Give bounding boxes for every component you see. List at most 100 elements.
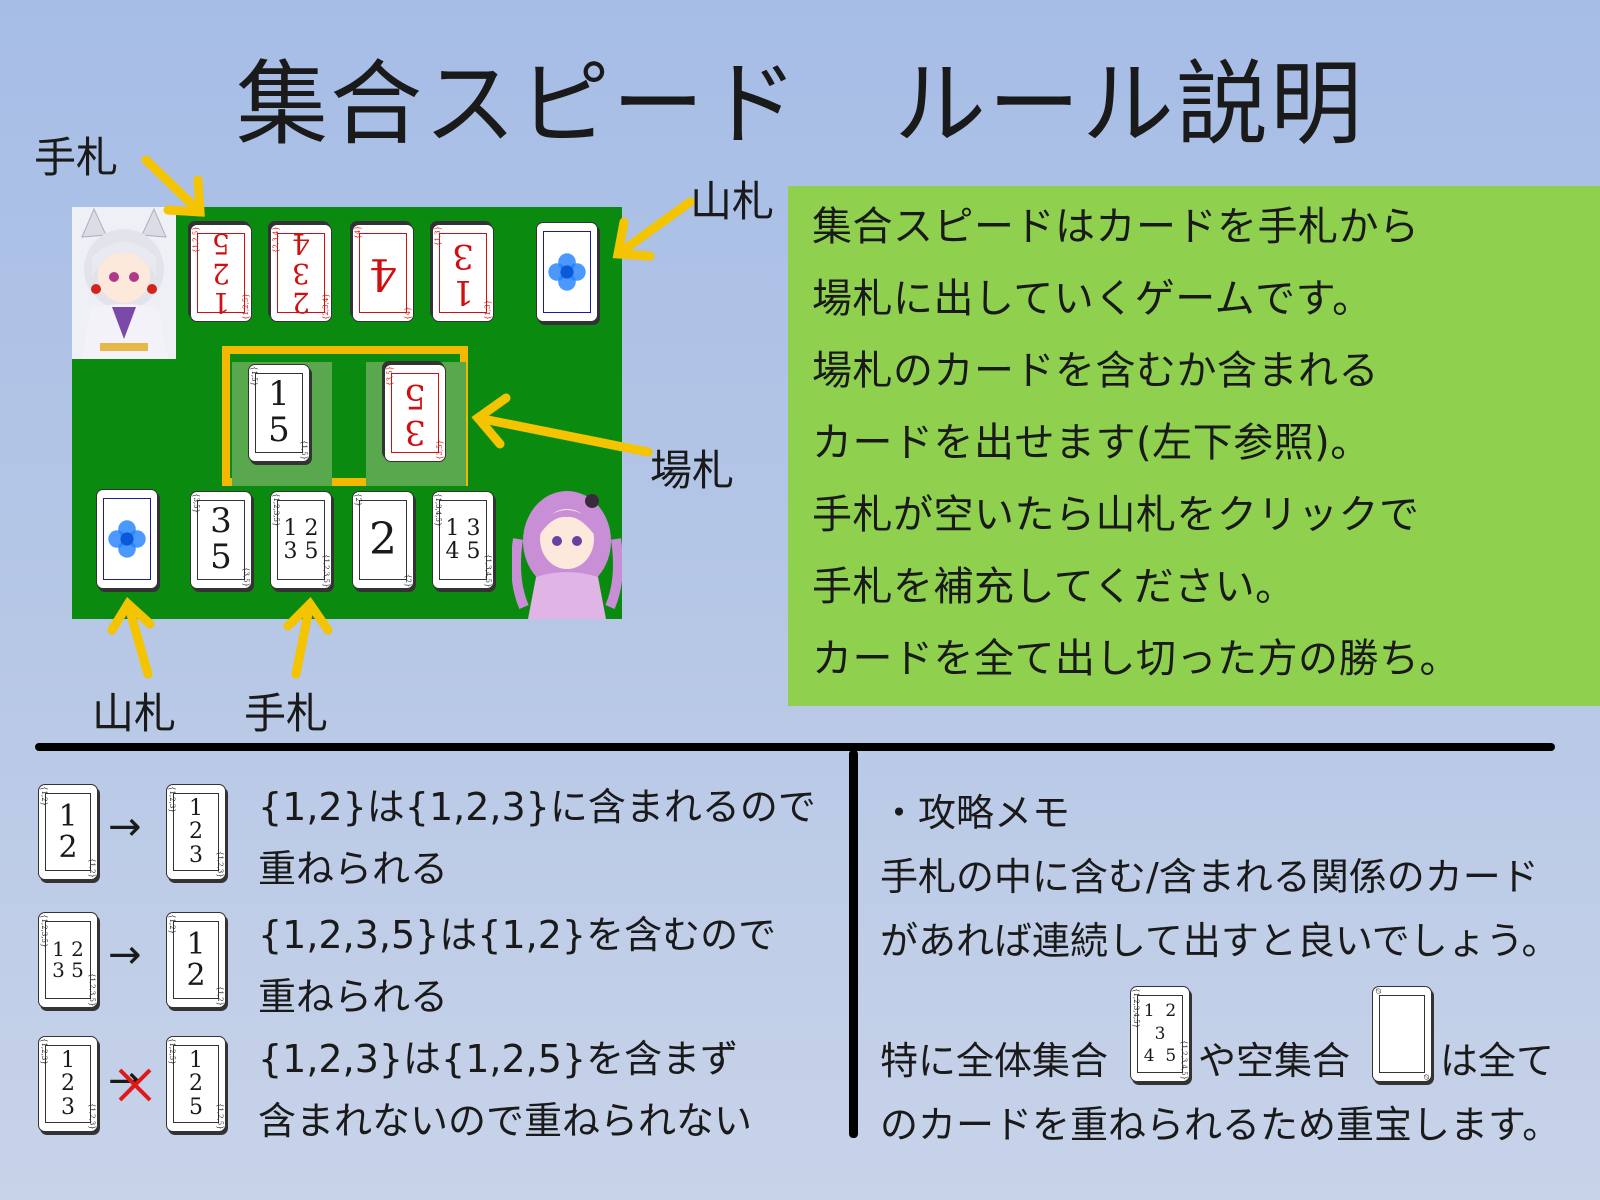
card-corner: {1,3}: [434, 226, 442, 247]
card-corner: {1,2}: [168, 914, 176, 935]
opponent-hand-card: 2 3 4 {2,3,4} {2,3,4}: [270, 224, 332, 322]
card-value: 1 3: [452, 236, 474, 312]
player-hand-card[interactable]: 2 {2} {2}: [352, 491, 414, 589]
card-value: 1 2 5: [189, 1048, 203, 1120]
player-hand-card[interactable]: 1 2 3 5 {1,2,3,5} {1,2,3,5}: [270, 491, 332, 589]
card-corner: {3,5}: [192, 493, 200, 514]
page-title: 集合スピード ルール説明: [235, 51, 1364, 158]
example-card-from: 1 2 3 5 {1,2,3,5} {1,2,3,5}: [38, 912, 98, 1008]
card-corner: {1,2,3}: [88, 1103, 96, 1130]
vertical-divider: [849, 750, 858, 1138]
card-corner: {3,5}: [242, 566, 250, 587]
card-corner: {1,5}: [250, 366, 258, 387]
rule-line: 場札のカードを含むか含まれる: [812, 348, 1379, 394]
deck-flower-icon: [548, 253, 586, 291]
example-card-to: 1 2 {1,2} {1,2}: [166, 912, 226, 1008]
card-corner: {1,2,3}: [40, 1038, 48, 1065]
card-corner: {1,2,3,4,5}: [1180, 1039, 1188, 1080]
arrow-deck-top-icon: [613, 197, 695, 259]
card-corner: {1,2,5}: [242, 293, 250, 320]
card-corner: {1,2}: [88, 857, 96, 878]
card-corner: {1,2,5}: [192, 226, 200, 253]
card-corner: {1,2,3,5}: [272, 493, 280, 527]
example-text: {1,2,3,5}は{1,2}を含むので: [258, 913, 777, 957]
example-card-to: 1 2 3 {1,2,3} {1,2,3}: [166, 784, 226, 880]
card-corner: ∅: [1422, 1073, 1430, 1080]
card-corner: {2}: [354, 493, 362, 507]
example-text: {1,2}は{1,2,3}に含まれるので: [258, 785, 816, 829]
cross-icon: [118, 1068, 152, 1102]
deck-flower-icon: [108, 520, 146, 558]
card-value: 3 5: [210, 501, 232, 577]
tips-text: 特に全体集合: [880, 1039, 1109, 1083]
card-corner: {1,2,5}: [216, 1103, 224, 1130]
example-text: 重ねられる: [258, 847, 449, 891]
card-corner: {1,2,3}: [216, 851, 224, 878]
card-corner: {1,2,3,5}: [40, 914, 48, 948]
tips-heading: ・攻略メモ: [880, 791, 1071, 835]
example-card-to: 1 2 5 {1,2,5} {1,2,5}: [166, 1036, 226, 1132]
rule-line: 手札を補充してください。: [812, 564, 1296, 610]
arrow-right-icon: →: [108, 932, 142, 978]
card-value: 2 3 4: [292, 227, 310, 320]
card-value: 1 5: [268, 374, 290, 450]
label-field: 場札: [650, 446, 735, 495]
card-corner: {1,3,4,5}: [484, 553, 492, 587]
empty-set-card: ∅ ∅: [1372, 986, 1432, 1082]
card-corner: {3,5}: [386, 366, 394, 387]
example-text: {1,2,3}は{1,2,5}を含まず: [258, 1037, 739, 1081]
opponent-character: [72, 207, 176, 359]
field-card: 1 5 {1,5} {1,5}: [248, 364, 310, 462]
card-value: 1 2 3 4 5: [1143, 1000, 1177, 1067]
opponent-hand-card: 1 2 5 {1,2,5} {1,2,5}: [190, 224, 252, 322]
card-value: 1 2 3: [189, 796, 203, 868]
card-corner: {4}: [354, 226, 362, 240]
card-corner: {1,2}: [216, 985, 224, 1006]
card-value: 1 3 4 5: [445, 515, 481, 564]
rule-description-panel: 集合スピードはカードを手札から 場札に出していくゲームです。 場札のカードを含む…: [788, 186, 1600, 706]
player-deck[interactable]: [96, 489, 158, 589]
example-card-from: 1 2 {1,2} {1,2}: [38, 784, 98, 880]
arrow-right-icon: →: [108, 804, 142, 850]
rule-line: 手札が空いたら山札をクリックで: [812, 492, 1420, 538]
example-text: 含まれないので重ねられない: [258, 1099, 753, 1143]
card-corner: {1,5}: [300, 439, 308, 460]
rule-line: カードを出せます(左下参照)。: [812, 420, 1371, 466]
tips-text: のカードを重ねられるため重宝します。: [880, 1103, 1561, 1147]
card-value: 2: [369, 513, 397, 565]
card-corner: {1,2,3}: [168, 786, 176, 813]
card-value: 1 2 3 5: [52, 937, 84, 982]
label-hand-top: 手札: [34, 133, 119, 182]
player-hand-card[interactable]: 1 3 4 5 {1,3,4,5} {1,3,4,5}: [432, 491, 494, 589]
card-corner: {1,3,4,5}: [434, 493, 442, 527]
horizontal-divider: [35, 743, 1555, 751]
rule-line: 集合スピードはカードを手札から: [812, 204, 1420, 250]
label-hand-bottom: 手札: [244, 689, 329, 738]
field-card: 3 5 {3,5} {3,5}: [384, 364, 446, 462]
card-value: 1 2 5: [212, 227, 230, 320]
card-corner: {1,2,5}: [168, 1038, 176, 1065]
player-hand-card[interactable]: 3 5 {3,5} {3,5}: [190, 491, 252, 589]
card-value: 1 2 3: [61, 1048, 75, 1120]
card-corner: {2}: [404, 573, 412, 587]
field-area: 1 5 {1,5} {1,5} 3 5 {3,5} {3,5}: [222, 346, 468, 486]
arrow-hand-top-icon: [141, 155, 205, 217]
card-corner: {1,2,3,4,5}: [1132, 988, 1140, 1029]
rule-line: 場札に出していくゲームです。: [812, 276, 1373, 322]
card-corner: {2,3,4}: [272, 226, 280, 253]
card-corner: {4}: [404, 306, 412, 320]
player-character: [512, 479, 622, 619]
card-corner: {1,2,3,5}: [322, 553, 330, 587]
card-value: 4: [369, 248, 397, 300]
card-corner: {1,2,3,5}: [88, 972, 96, 1006]
label-deck-bottom: 山札: [92, 689, 177, 738]
card-corner: {1,3}: [484, 299, 492, 320]
opponent-deck[interactable]: [536, 222, 598, 322]
tips-text: は全て: [1440, 1039, 1555, 1083]
opponent-hand-card: 1 3 {1,3} {1,3}: [432, 224, 494, 322]
tips-text: や空集合: [1198, 1039, 1351, 1083]
tips-text: 手札の中に含む/含まれる関係のカード: [880, 855, 1539, 899]
example-text: 重ねられる: [258, 975, 449, 1019]
card-corner: {2,3,4}: [322, 293, 330, 320]
card-corner: ∅: [1374, 988, 1382, 995]
